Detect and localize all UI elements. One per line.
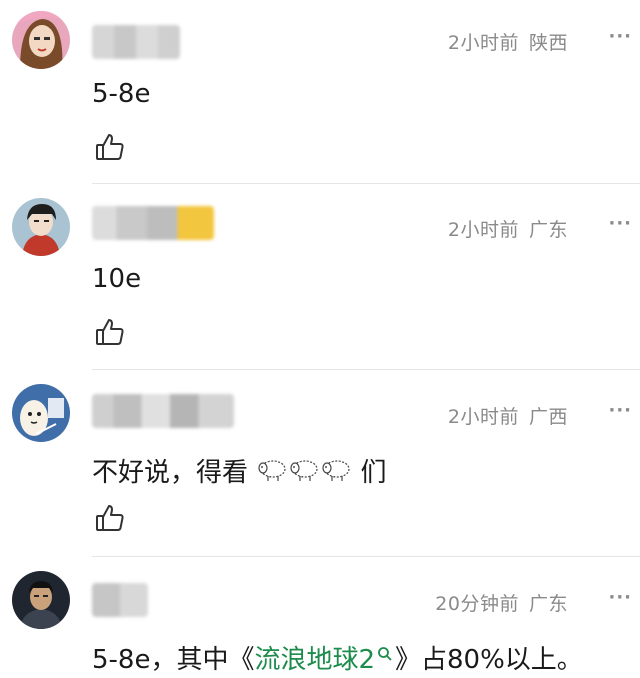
thumbs-up-icon[interactable] [94, 502, 126, 534]
username-blurred[interactable] [92, 394, 234, 428]
avatar[interactable] [12, 198, 70, 256]
comment-meta: 2小时前 陕西 [448, 28, 568, 55]
more-dots-icon[interactable]: ··· [608, 400, 632, 421]
comment-meta: 2小时前 广东 [448, 215, 568, 242]
comment-meta: 2小时前 广西 [448, 402, 568, 429]
comment-item: 2小时前 广西 ··· 不好说，得看 们 [0, 370, 640, 557]
avatar[interactable] [12, 571, 70, 629]
comment-time: 2小时前 [447, 32, 519, 54]
thumbs-up-icon[interactable] [94, 316, 126, 348]
comment-text-before: 5-8e，其中《 [92, 645, 255, 675]
comment-meta: 20分钟前 广东 [435, 589, 568, 616]
comment-item: 2小时前 陕西 ··· 5-8e [0, 0, 640, 184]
movie-link[interactable]: 流浪地球2 [254, 645, 375, 675]
comment-location: 广东 [528, 593, 568, 615]
comment-text: 10e [92, 264, 142, 294]
comment-item: 2小时前 广东 ··· 10e [0, 184, 640, 370]
more-dots-icon[interactable]: ··· [608, 587, 632, 608]
search-icon[interactable] [377, 639, 393, 669]
more-dots-icon[interactable]: ··· [608, 213, 632, 234]
comment-text-after: 们 [360, 458, 387, 488]
avatar[interactable] [12, 11, 70, 69]
comment-text: 不好说，得看 们 [92, 452, 387, 490]
sheep-icon [257, 457, 287, 490]
sheep-icon [321, 457, 351, 490]
comment-time: 2小时前 [447, 219, 519, 241]
comment-location: 广西 [528, 406, 568, 428]
comment-location: 广东 [528, 219, 568, 241]
comment-text: 5-8e [92, 79, 151, 109]
comment-text-before: 不好说，得看 [92, 458, 249, 488]
comment-time: 2小时前 [447, 406, 519, 428]
username-blurred[interactable] [92, 583, 148, 617]
avatar[interactable] [12, 384, 70, 442]
comment-text: 5-8e，其中《流浪地球2 》占80%以上。 [92, 639, 583, 676]
sheep-icon [289, 457, 319, 490]
comment-time: 20分钟前 [435, 593, 519, 615]
comment-location: 陕西 [528, 32, 568, 54]
username-blurred[interactable] [92, 25, 180, 59]
username-blurred[interactable] [92, 206, 214, 240]
thumbs-up-icon[interactable] [94, 131, 126, 163]
comment-text-after: 》占80%以上。 [395, 645, 583, 675]
more-dots-icon[interactable]: ··· [608, 26, 632, 47]
comment-item: 20分钟前 广东 ··· 5-8e，其中《流浪地球2 》占80%以上。 [0, 557, 640, 678]
